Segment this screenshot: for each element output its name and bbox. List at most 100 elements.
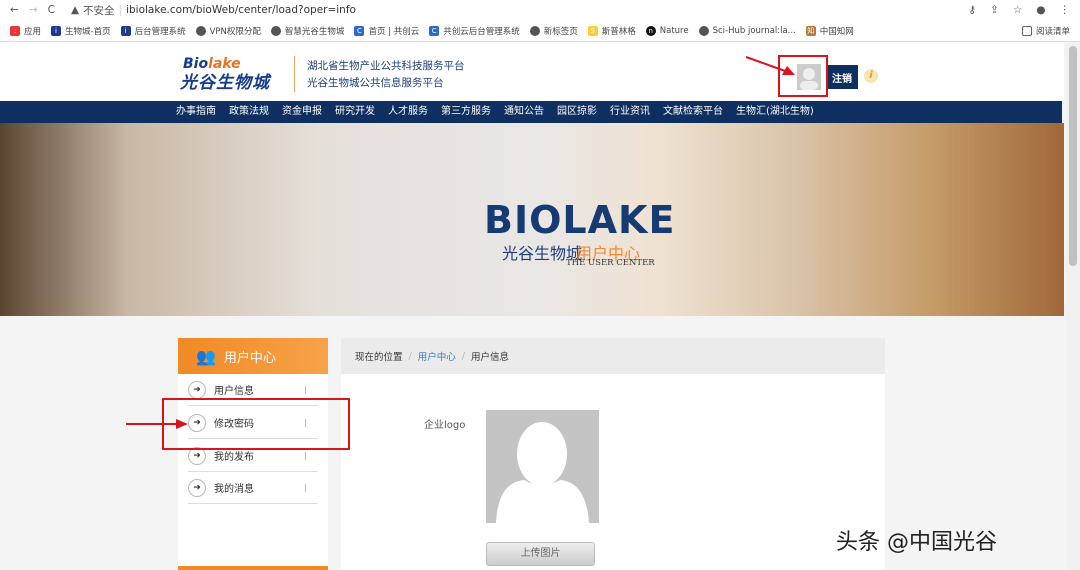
globe-icon [529,25,540,36]
bookmark-label: 斯普林格 [601,26,636,37]
bookmark-label: 中国知网 [819,26,854,37]
nav-item[interactable]: 文献检索平台 [657,101,729,123]
users-icon: 👥 [196,346,216,366]
share-icon[interactable]: ⇪ [990,4,999,16]
nav-item[interactable]: 人才服务 [382,101,434,123]
breadcrumb-current: 用户信息 [470,352,509,363]
cloud-icon: C [429,25,440,36]
sidebar-item-label: 用户信息 [214,386,254,397]
cnki-icon: 知 [805,25,816,36]
address-bar[interactable]: ← → C ▲ 不安全 | ibiolake.com/bioWeb/center… [0,0,1080,20]
divider: / [461,350,465,362]
divider: | [118,4,123,16]
main-nav: 办事指南 政策法规 资金申报 研究开发 人才服务 第三方服务 通知公告 园区掠影… [0,101,1062,123]
divider [305,451,306,460]
menu-icon[interactable]: ⋮ [1060,4,1071,16]
reading-list[interactable]: 阅读清单 [1021,25,1070,37]
bookmark[interactable]: VPN权限分配 [195,25,261,37]
sidebar-footer [178,566,328,570]
bookmark[interactable]: i 后台管理系统 [120,25,186,37]
sidebar-item-label: 我的消息 [214,484,254,495]
arrow-right-icon: ➜ [188,478,206,497]
subtitle: 湖北省生物产业公共科技服务平台 [307,60,465,72]
bookmark-label: 后台管理系统 [134,26,186,37]
warning-icon: ▲ [70,4,80,16]
bookmark[interactable]: 新标签页 [529,25,578,37]
star-icon[interactable]: ☆ [1013,4,1022,16]
divider [294,56,295,92]
nav-item[interactable]: 办事指南 [170,101,222,123]
key-icon[interactable]: ⚷ [968,4,976,16]
bookmark-label: Nature [659,25,689,36]
divider: / [408,350,412,362]
bookmark[interactable]: i 生物城-首页 [51,25,111,37]
breadcrumb-prefix: 现在的位置 [355,352,403,363]
bookmark[interactable]: C 共创云后台管理系统 [429,25,520,37]
bookmark[interactable]: S 斯普林格 [587,25,636,37]
annotation-box [778,55,828,97]
apps-icon: : [10,25,20,36]
bookmark[interactable]: 知中国知网 [805,25,854,37]
globe-icon [270,25,281,36]
logo-label: 企业logo [424,420,466,431]
logout-button[interactable]: 注销 [826,65,858,89]
reading-list-label: 阅读清单 [1035,26,1070,37]
bookmark-label: 生物城-首页 [65,26,111,37]
nav-item[interactable]: 第三方服务 [435,101,497,123]
divider [305,385,306,394]
logo-cn[interactable]: 光谷生物城 [180,68,270,93]
site-header [0,42,1064,101]
profile-icon[interactable]: ● [1036,4,1045,16]
sidebar-header: 👥 用户中心 [178,338,328,374]
breadcrumb-link[interactable]: 用户中心 [418,349,456,363]
nav-item[interactable]: 政策法规 [223,101,275,123]
bookmark-apps[interactable]: : 应用 [10,25,41,37]
arrow-right-icon: ➜ [188,380,206,399]
forward-icon[interactable]: → [29,4,38,16]
bookmark-label: VPN权限分配 [209,26,261,37]
person-silhouette-icon [496,422,589,523]
bookmark[interactable]: n Nature [645,25,689,36]
banner-en: THE USER CENTER [566,258,655,268]
bookmark-label: 共创云后台管理系统 [443,26,520,37]
url-text[interactable]: ibiolake.com/bioWeb/center/load?oper=inf… [126,4,356,16]
globe-icon [698,25,709,36]
watermark: 头条 @中国光谷 [836,530,997,555]
nav-item[interactable]: 生物汇(湖北生物) [730,101,820,123]
nature-icon: n [645,25,656,36]
back-icon[interactable]: ← [10,4,19,16]
annotation-box [162,398,350,450]
info-icon[interactable]: i [864,69,878,83]
reading-list-icon [1021,25,1032,36]
bookmark[interactable]: C 首页 | 共创云 [354,25,419,37]
scrollbar-thumb[interactable] [1069,46,1077,266]
bookmark[interactable]: Sci-Hub journal:la... [698,25,796,36]
bookmark-label: 首页 | 共创云 [368,26,420,37]
subtitle: 光谷生物城公共信息服务平台 [307,77,444,89]
nav-item[interactable]: 园区掠影 [551,101,603,123]
nav-item[interactable]: 资金申报 [276,101,328,123]
bookmark[interactable]: 智慧光谷生物城 [270,25,345,37]
divider [305,483,306,492]
nav-item[interactable]: 行业资讯 [604,101,656,123]
sidebar-item-my-messages[interactable]: ➜ 我的消息 [188,472,318,504]
bookmark-label: 智慧光谷生物城 [284,26,345,37]
banner-title: BIOLAKE [484,198,676,242]
bookmark-label: Sci-Hub journal:la... [712,25,796,36]
upload-image-button[interactable]: 上传图片 [486,542,595,566]
reload-icon[interactable]: C [48,4,55,16]
security-label: 不安全 [83,4,115,17]
sidebar-title: 用户中心 [223,350,276,366]
site-icon: i [51,25,62,36]
nav-item[interactable]: 通知公告 [498,101,550,123]
bookmark-label: 应用 [24,26,42,37]
cloud-icon: C [354,25,365,36]
bookmark-label: 新标签页 [543,26,578,37]
logo-placeholder-image [486,410,599,523]
globe-icon [195,25,206,36]
springer-icon: S [587,25,598,36]
bookmarks-bar: : 应用 i 生物城-首页 i 后台管理系统 VPN权限分配 智慧光谷生物城 C 首页 … [0,20,1080,42]
scrollbar[interactable] [1066,42,1080,570]
breadcrumb: 现在的位置 / 用户中心 / 用户信息 [341,338,885,374]
nav-item[interactable]: 研究开发 [329,101,381,123]
